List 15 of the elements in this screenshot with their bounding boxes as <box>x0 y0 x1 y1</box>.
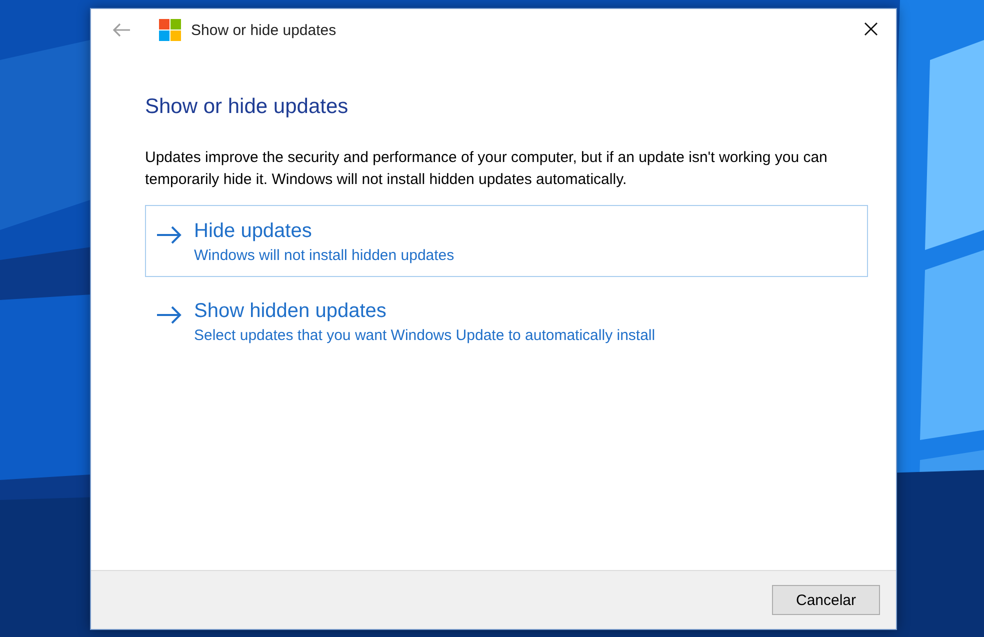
arrow-icon <box>156 226 182 244</box>
option-title: Hide updates <box>194 220 313 243</box>
close-icon <box>864 22 878 36</box>
page-heading: Show or hide updates <box>145 95 350 119</box>
option-subtitle: Windows will not install hidden updates <box>194 247 454 264</box>
option-title: Show hidden updates <box>194 300 388 323</box>
description-text: Updates improve the security and performance of your computer, but if an update isn't working you can temporarily hide it. Windows will not install hidden updates automatically. <box>145 148 828 190</box>
option-link[interactable]: Show hidden updates Select updates that you want Windows Update to automatically install <box>145 285 868 357</box>
arrow-icon <box>156 306 182 324</box>
cancel-button[interactable]: Cancelar <box>772 585 880 615</box>
option-subtitle: Select updates that you want Windows Update to automatically install <box>194 327 656 344</box>
window-title: Show or hide updates <box>191 22 336 38</box>
option-link[interactable]: Hide updates Windows will not install hidden updates <box>145 205 868 277</box>
back-icon[interactable] <box>111 22 131 38</box>
windows-logo-icon <box>159 19 181 41</box>
